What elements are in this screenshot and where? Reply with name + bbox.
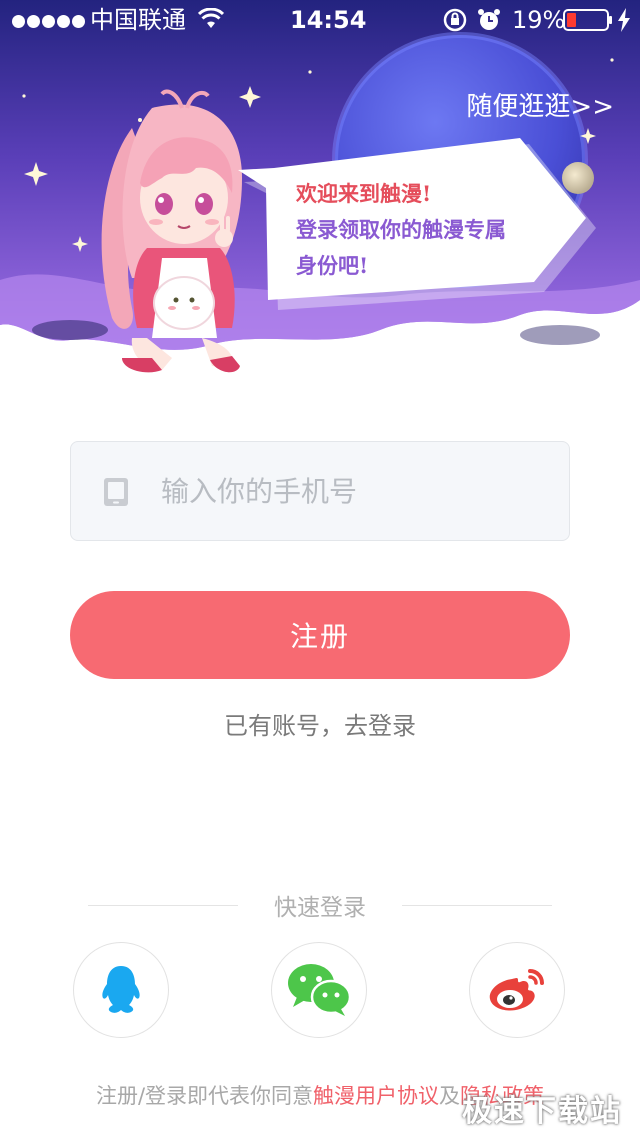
status-bar: 中国联通 14:54 19% [0, 0, 640, 40]
alarm-icon [477, 8, 501, 36]
welcome-message: 欢迎来到触漫! 登录领取你的触漫专属 身份吧! [296, 176, 556, 284]
mascot-illustration [101, 89, 242, 373]
welcome-line: 身份吧! [296, 253, 369, 278]
phone-icon [104, 478, 128, 506]
battery-percent: 19% [512, 6, 566, 34]
wifi-icon [197, 7, 225, 36]
go-to-login-link[interactable]: 已有账号，去登录 [0, 706, 640, 741]
weibo-icon [489, 969, 544, 1011]
header-banner: 中国联通 14:54 19% 随便逛逛>> 欢迎来到触漫! 登录领取你的触漫专属… [0, 0, 640, 380]
user-agreement-link[interactable]: 触漫用户协议 [313, 1084, 439, 1108]
clock: 14:54 [290, 6, 367, 34]
qq-icon [102, 966, 140, 1013]
phone-input[interactable] [161, 442, 551, 540]
rotation-lock-icon [443, 8, 467, 36]
carrier-name: 中国联通 [90, 6, 186, 34]
signal-icon [12, 6, 87, 34]
agreement-and: 及 [439, 1084, 461, 1108]
battery-icon [563, 9, 613, 37]
divider [402, 905, 552, 906]
wechat-login-button[interactable] [271, 942, 367, 1038]
phone-field[interactable] [70, 441, 570, 541]
wechat-icon [288, 964, 351, 1016]
agreement-prefix: 注册/登录即代表你同意 [95, 1084, 314, 1108]
watermark: 极速下载站 [462, 1094, 622, 1129]
browse-as-guest-link[interactable]: 随便逛逛>> [466, 86, 614, 123]
qq-login-button[interactable] [73, 942, 169, 1038]
welcome-line: 欢迎来到触漫! [296, 181, 432, 206]
charging-icon [617, 8, 631, 36]
weibo-login-button[interactable] [469, 942, 565, 1038]
welcome-line: 登录领取你的触漫专属 [296, 217, 506, 242]
register-button[interactable]: 注册 [70, 591, 570, 679]
